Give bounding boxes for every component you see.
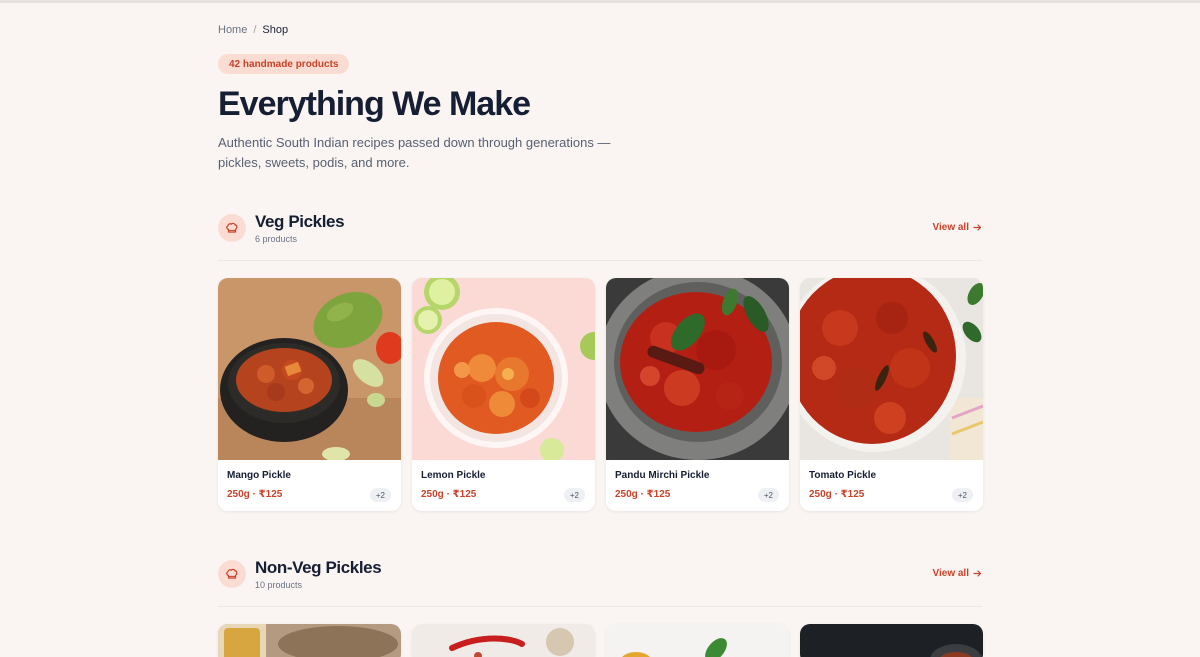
top-border [0, 0, 1200, 3]
chef-hat-icon [218, 214, 246, 242]
category-section-non-veg-pickles: Non-Veg Pickles 10 products View all [218, 558, 983, 657]
arrow-right-icon [973, 224, 982, 231]
section-header: Non-Veg Pickles 10 products View all [218, 558, 982, 608]
product-card[interactable]: Lemon Pickle 250g · ₹125 +2 [412, 278, 595, 511]
page-description: Authentic South Indian recipes passed do… [218, 135, 611, 170]
view-all-link[interactable]: View all [932, 568, 982, 579]
section-title: Non-Veg Pickles [255, 558, 382, 577]
product-name: Lemon Pickle [421, 470, 486, 481]
product-count-badge: 42 handmade products [218, 54, 350, 74]
product-image [412, 278, 595, 460]
product-price: 250g · ₹125 [809, 489, 865, 500]
section-divider [218, 260, 982, 261]
product-price: 250g · ₹125 [421, 489, 477, 500]
section-product-count: 6 products [255, 234, 298, 244]
product-image [218, 278, 401, 460]
variant-count-badge: +2 [757, 488, 779, 502]
product-image [800, 624, 983, 657]
page-title: Everything We Make [218, 85, 531, 123]
product-image [606, 278, 789, 460]
product-name: Pandu Mirchi Pickle [615, 470, 710, 481]
product-card[interactable] [218, 624, 401, 657]
view-all-link[interactable]: View all [932, 222, 982, 233]
product-image [606, 624, 789, 657]
product-image [218, 624, 401, 657]
breadcrumb-current: Shop [262, 24, 289, 36]
category-section-veg-pickles: Veg Pickles 6 products View all Mango Pi… [218, 212, 983, 511]
product-image [412, 624, 595, 657]
chef-hat-icon [218, 560, 246, 588]
breadcrumb: Home / Shop [218, 24, 288, 36]
view-all-label: View all [932, 568, 969, 579]
breadcrumb-home-link[interactable]: Home [218, 24, 247, 36]
section-title: Veg Pickles [255, 212, 345, 231]
product-name: Tomato Pickle [809, 470, 877, 481]
product-card[interactable]: Pandu Mirchi Pickle 250g · ₹125 +2 [606, 278, 789, 511]
breadcrumb-separator: / [253, 24, 257, 36]
product-price: 250g · ₹125 [615, 489, 671, 500]
product-name: Mango Pickle [227, 470, 291, 481]
product-card[interactable] [606, 624, 789, 657]
section-product-count: 10 products [255, 580, 303, 590]
variant-count-badge: +2 [369, 488, 391, 502]
view-all-label: View all [932, 222, 969, 233]
product-card[interactable]: Tomato Pickle 250g · ₹125 +2 [800, 278, 983, 511]
product-grid: Mango Pickle 250g · ₹125 +2 Lemon Pickle… [218, 278, 983, 511]
product-card[interactable] [412, 624, 595, 657]
section-divider [218, 606, 982, 607]
product-image [800, 278, 983, 460]
product-card[interactable] [800, 624, 983, 657]
variant-count-badge: +2 [563, 488, 585, 502]
arrow-right-icon [973, 570, 982, 577]
variant-count-badge: +2 [951, 488, 973, 502]
product-grid [218, 624, 983, 657]
section-header: Veg Pickles 6 products View all [218, 212, 982, 262]
product-price: 250g · ₹125 [227, 489, 283, 500]
product-card[interactable]: Mango Pickle 250g · ₹125 +2 [218, 278, 401, 511]
